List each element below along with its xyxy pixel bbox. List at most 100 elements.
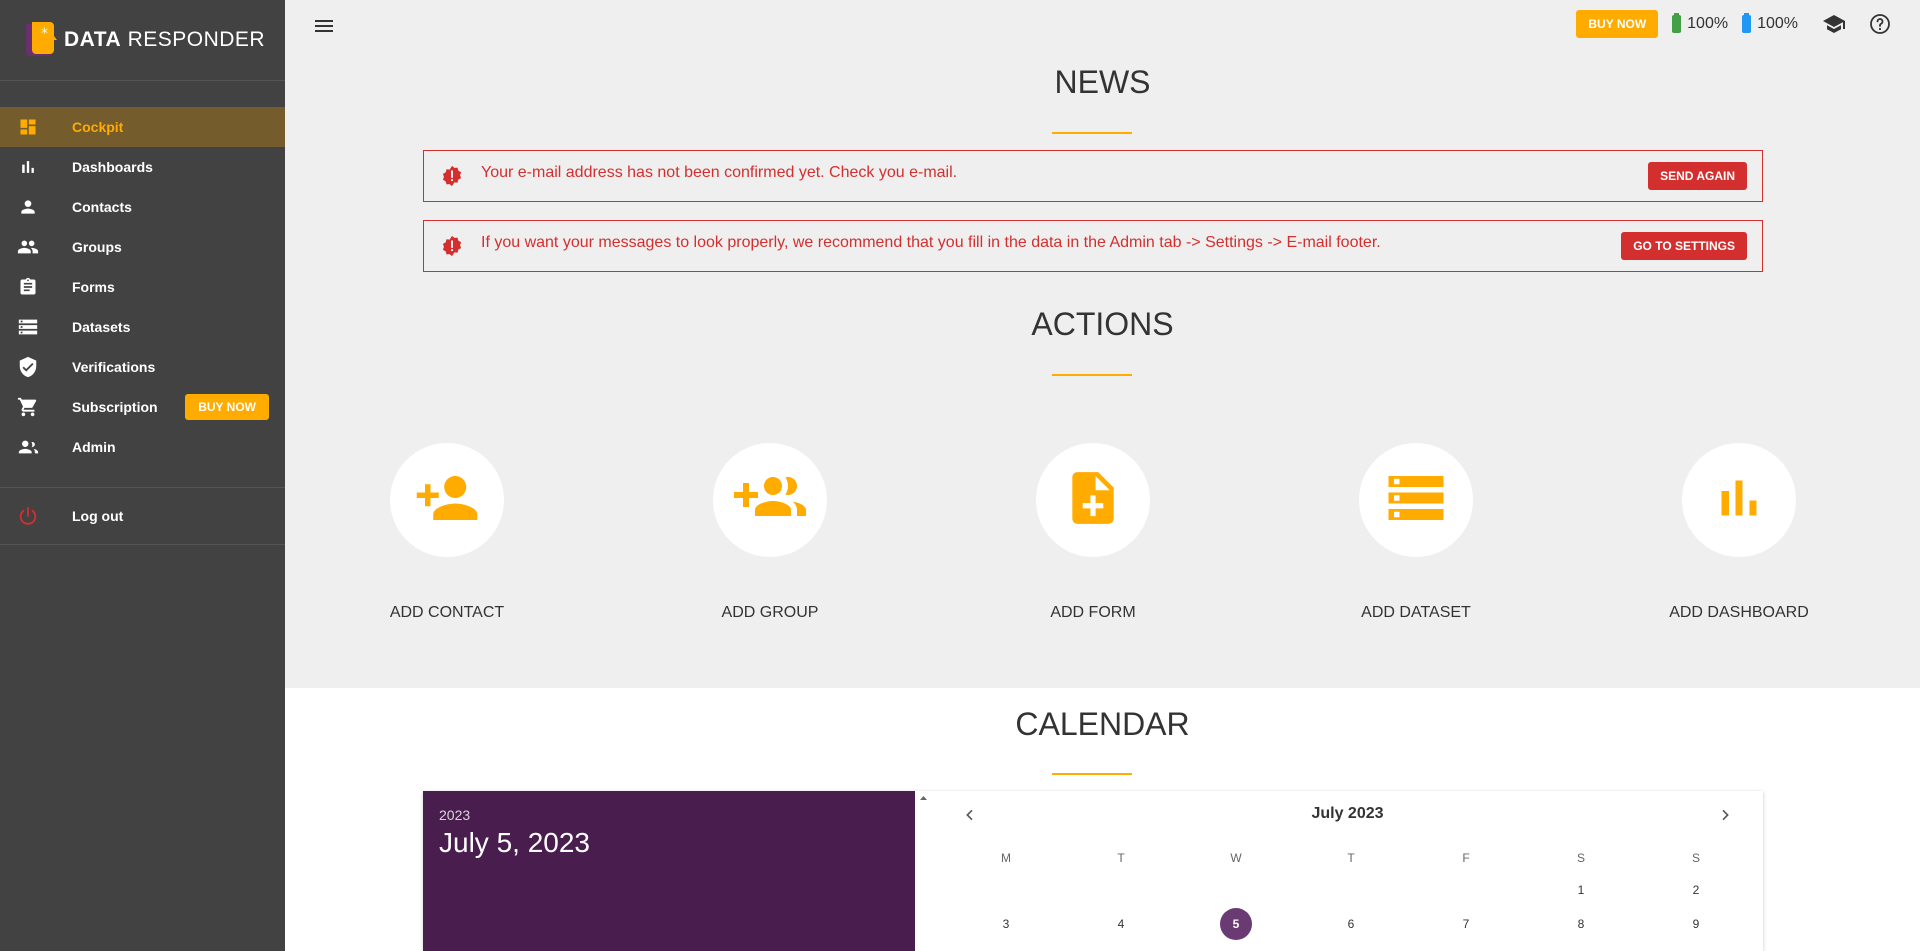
battery-green-value: 100% xyxy=(1687,15,1729,32)
svg-text:*: * xyxy=(41,26,48,42)
add-dataset-action[interactable]: ADD DATASET xyxy=(1316,443,1516,622)
sidebar-item-contacts[interactable]: Contacts xyxy=(0,187,285,227)
logo[interactable]: * DATA RESPONDER xyxy=(0,0,285,81)
dashboard-icon xyxy=(16,115,40,139)
calendar-scrollbar[interactable] xyxy=(915,791,932,951)
logo-text-light: RESPONDER xyxy=(127,28,266,51)
news-underline xyxy=(1052,132,1132,134)
sidebar-buy-now-button[interactable]: BUY NOW xyxy=(185,394,269,420)
news-title: NEWS xyxy=(1054,64,1151,100)
calendar-widget: 2023 July 5, 2023 July 2023 M T W T F S … xyxy=(423,791,1763,951)
weekday-label: S xyxy=(1691,851,1700,865)
add-form-icon xyxy=(1062,467,1124,534)
sidebar-item-label: Verifications xyxy=(72,359,156,375)
main-content: BUY NOW 100% 100% NEWS Your e-mail addre… xyxy=(285,0,1920,951)
battery-green: 100% xyxy=(1672,13,1729,33)
action-label: ADD FORM xyxy=(1050,604,1136,621)
sidebar-item-label: Dashboards xyxy=(72,159,153,175)
calendar-day[interactable]: 6 xyxy=(1335,908,1367,940)
calendar-month-view: July 2023 M T W T F S S 1 2 3 4 5 6 7 8 … xyxy=(932,791,1763,951)
sidebar-nav: Cockpit Dashboards Contacts Groups Forms xyxy=(0,81,285,467)
send-again-button[interactable]: SEND AGAIN xyxy=(1648,162,1747,190)
sidebar-item-label: Datasets xyxy=(72,319,131,335)
clipboard-icon xyxy=(16,275,40,299)
calendar-title: CALENDAR xyxy=(1015,706,1190,742)
calendar-year[interactable]: 2023 xyxy=(439,807,470,823)
sidebar-item-dashboards[interactable]: Dashboards xyxy=(0,147,285,187)
action-label: ADD DASHBOARD xyxy=(1669,604,1809,621)
person-icon xyxy=(16,195,40,219)
people-icon xyxy=(16,235,40,259)
weekday-label: T xyxy=(1117,851,1125,865)
admin-people-icon xyxy=(16,435,40,459)
add-group-action[interactable]: ADD GROUP xyxy=(670,443,870,622)
add-dashboard-action[interactable]: ADD DASHBOARD xyxy=(1639,443,1839,622)
weekday-label: S xyxy=(1576,851,1585,865)
sidebar-item-forms[interactable]: Forms xyxy=(0,267,285,307)
weekday-label: T xyxy=(1347,851,1355,865)
calendar-underline xyxy=(1052,773,1132,775)
sidebar-item-subscription[interactable]: Subscription BUY NOW xyxy=(0,387,285,427)
add-person-icon xyxy=(414,465,480,536)
sidebar: * DATA RESPONDER Cockpit Dashboards Cont… xyxy=(0,0,285,951)
logout-label: Log out xyxy=(72,508,124,524)
calendar-day-selected[interactable]: 5 xyxy=(1220,908,1252,940)
calendar-month-label: July 2023 xyxy=(1311,805,1384,822)
sidebar-item-admin[interactable]: Admin xyxy=(0,427,285,467)
sidebar-divider xyxy=(0,544,285,545)
alert-icon xyxy=(441,235,463,257)
calendar-day[interactable]: 4 xyxy=(1105,908,1137,940)
add-group-icon xyxy=(734,462,806,539)
bar-chart-icon xyxy=(16,155,40,179)
alert-text: Your e-mail address has not been confirm… xyxy=(481,164,958,181)
logout-button[interactable]: Log out xyxy=(0,496,285,536)
logo-text-bold: DATA xyxy=(64,28,122,51)
sidebar-item-verifications[interactable]: Verifications xyxy=(0,347,285,387)
calendar-day[interactable]: 7 xyxy=(1450,908,1482,940)
cart-icon xyxy=(16,395,40,419)
sidebar-item-datasets[interactable]: Datasets xyxy=(0,307,285,347)
email-confirm-alert: Your e-mail address has not been confirm… xyxy=(423,150,1763,202)
add-contact-action[interactable]: ADD CONTACT xyxy=(347,443,547,622)
topbar-buy-now-button[interactable]: BUY NOW xyxy=(1576,10,1659,38)
weekday-label: M xyxy=(1001,851,1011,865)
calendar-day[interactable]: 3 xyxy=(990,908,1022,940)
calendar-day[interactable]: 9 xyxy=(1680,908,1712,940)
chevron-right-icon[interactable] xyxy=(1717,807,1733,828)
help-icon[interactable] xyxy=(1868,12,1892,36)
logo-mark-icon: * xyxy=(20,20,58,60)
battery-blue: 100% xyxy=(1742,13,1798,33)
sidebar-item-cockpit[interactable]: Cockpit xyxy=(0,107,285,147)
email-footer-alert: If you want your messages to look proper… xyxy=(423,220,1763,272)
graduation-cap-icon[interactable] xyxy=(1822,12,1846,36)
sidebar-item-label: Groups xyxy=(72,239,122,255)
calendar-day[interactable]: 8 xyxy=(1565,908,1597,940)
add-form-action[interactable]: ADD FORM xyxy=(993,443,1193,622)
list-icon xyxy=(16,315,40,339)
menu-toggle-icon[interactable] xyxy=(315,20,333,36)
battery-blue-icon xyxy=(1742,13,1752,33)
power-icon xyxy=(16,504,40,528)
battery-green-icon xyxy=(1672,13,1682,33)
sidebar-item-label: Cockpit xyxy=(72,119,124,135)
action-label: ADD GROUP xyxy=(721,604,819,621)
action-label: ADD DATASET xyxy=(1361,604,1471,621)
bar-chart-icon xyxy=(1709,468,1769,533)
shield-check-icon xyxy=(16,355,40,379)
action-label: ADD CONTACT xyxy=(389,604,505,621)
calendar-day[interactable]: 2 xyxy=(1680,874,1712,906)
actions-title: ACTIONS xyxy=(1031,306,1174,342)
sidebar-item-label: Admin xyxy=(72,439,116,455)
sidebar-item-label: Forms xyxy=(72,279,115,295)
calendar-selected-date: July 5, 2023 xyxy=(439,827,590,858)
calendar-header: 2023 July 5, 2023 xyxy=(423,791,915,951)
alert-text: If you want your messages to look proper… xyxy=(481,234,1381,251)
go-to-settings-button[interactable]: GO TO SETTINGS xyxy=(1621,232,1747,260)
sidebar-item-label: Subscription xyxy=(72,399,158,415)
sidebar-divider xyxy=(0,487,285,488)
calendar-day[interactable]: 1 xyxy=(1565,874,1597,906)
sidebar-item-label: Contacts xyxy=(72,199,132,215)
battery-blue-value: 100% xyxy=(1757,15,1798,32)
topbar: BUY NOW 100% 100% xyxy=(1576,10,1904,38)
sidebar-item-groups[interactable]: Groups xyxy=(0,227,285,267)
